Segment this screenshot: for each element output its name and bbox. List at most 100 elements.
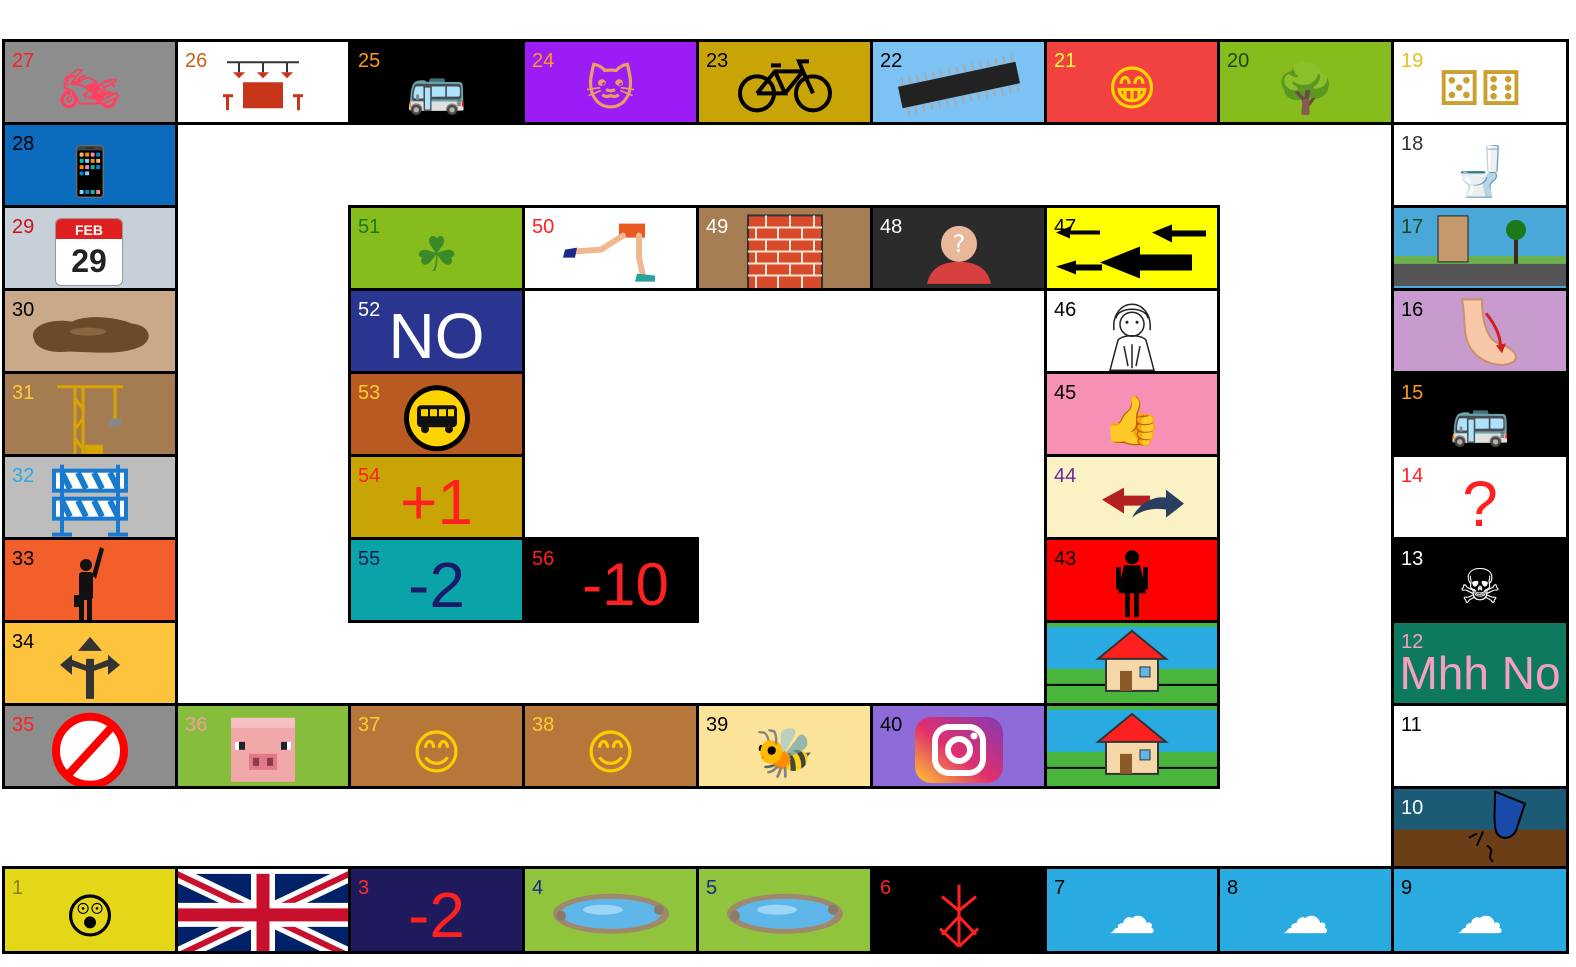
- space-number: 26: [185, 50, 208, 72]
- board-space-55: 55 -2: [348, 537, 525, 623]
- board-space-50: 50: [522, 205, 699, 291]
- space-number: 4: [532, 877, 544, 899]
- smiling-emoji-icon: 😊: [411, 725, 462, 781]
- board-space-51: 51 ☘: [348, 205, 525, 291]
- cat-icon: 🐱: [585, 61, 636, 117]
- board-space-42: 42: [1044, 620, 1220, 706]
- board-space-40: 40: [870, 703, 1047, 789]
- board-space-49: 49: [696, 205, 873, 291]
- minus-two-text: -2: [408, 549, 465, 621]
- prohibited-icon: [52, 712, 128, 786]
- space-number: 16: [1401, 299, 1424, 321]
- board-space-17: 17: [1391, 205, 1569, 291]
- bicycle-icon: [737, 59, 832, 113]
- brick-wall-icon: [746, 214, 823, 288]
- pig-face-icon: [231, 717, 295, 782]
- space-number: 44: [1054, 465, 1077, 487]
- board-space-7: 7 ☁: [1044, 866, 1220, 954]
- board-space-47: 47: [1044, 205, 1220, 291]
- board-space-27: 27 🏍: [2, 39, 178, 125]
- board-space-11: 11: [1391, 703, 1569, 789]
- minus-ten-text: -10: [582, 551, 669, 618]
- bus-icon: 🚌: [406, 61, 467, 117]
- cloud-icon: ☁: [1456, 889, 1504, 945]
- bus-sign-icon: [403, 385, 470, 452]
- board-space-8: 8 ☁: [1217, 866, 1394, 954]
- calendar-feb-29-icon: FEB 29: [55, 218, 123, 286]
- space-number: 23: [706, 50, 729, 72]
- microchip-icon: [897, 54, 1020, 116]
- board-space-53: 53: [348, 371, 525, 457]
- cloud-icon: ☁: [1108, 889, 1156, 945]
- instagram-logo-icon: [914, 716, 1003, 783]
- bar-icon: [223, 61, 303, 111]
- space-number: 56: [532, 548, 555, 570]
- space-number: 50: [532, 216, 555, 238]
- board-space-10: 10: [1391, 786, 1569, 869]
- house-icon: [1047, 626, 1217, 703]
- space-number: 29: [12, 216, 35, 238]
- board-space-56: 56 -10: [522, 537, 699, 623]
- space-number: 34: [12, 631, 35, 653]
- smiling-emoji-icon: 😊: [585, 725, 636, 781]
- board-space-48: 48?: [870, 205, 1047, 291]
- board-space-4: 4: [522, 866, 699, 954]
- barrier-icon: [52, 464, 128, 537]
- space-number: 33: [12, 548, 35, 570]
- bus-icon: 🚌: [1450, 393, 1510, 449]
- calendar-month: FEB: [56, 219, 122, 239]
- motorcycle-icon: 🏍: [59, 61, 121, 117]
- space-number: 11: [1401, 714, 1422, 736]
- toilet-icon: 🚽: [1450, 144, 1510, 200]
- board-space-33: 33: [2, 537, 178, 623]
- wasp-icon: 🐝: [754, 725, 815, 781]
- board-space-2: 2: [175, 866, 351, 954]
- board-space-36: 36: [175, 703, 351, 789]
- game-board: 1😲23-24567☁8☁9☁101112Mhh No13☠14?15🚌1617…: [0, 0, 1576, 967]
- calendar-day: 29: [71, 243, 107, 279]
- woman-figure-icon: [1116, 550, 1148, 618]
- clover-icon: ☘: [414, 227, 459, 283]
- no-text: NO: [388, 300, 485, 372]
- board-space-6: 6: [870, 866, 1047, 954]
- kicked-ground-icon: [1394, 789, 1566, 866]
- board-space-54: 54 +1: [348, 454, 525, 540]
- space-number: 48: [880, 216, 903, 238]
- board-space-31: 31: [2, 371, 178, 457]
- board-space-32: 32: [2, 454, 178, 540]
- space-number: 40: [880, 714, 903, 736]
- mud-puddle-icon: [32, 317, 149, 353]
- board-space-35: 35: [2, 703, 178, 789]
- brand-symbol-icon: [938, 884, 979, 948]
- left-arrows-icon: [1056, 224, 1206, 279]
- pond-icon: [552, 893, 669, 934]
- board-space-39: 39 🐝: [696, 703, 873, 789]
- dice-icon: ⚄⚅: [1438, 61, 1522, 117]
- road-split-arrows-icon: [60, 636, 120, 699]
- board-space-34: 34: [2, 620, 178, 706]
- space-number: 46: [1054, 299, 1077, 321]
- board-space-20: 20 🌳: [1217, 39, 1394, 125]
- board-space-52: 52 NO: [348, 288, 525, 374]
- board-space-46: 46: [1044, 288, 1220, 374]
- person-hailing-icon: [74, 547, 104, 620]
- board-space-5: 5: [696, 866, 873, 954]
- house-icon: [1047, 709, 1217, 786]
- crane-icon: [57, 385, 123, 454]
- portrait-engraving-icon: [1109, 303, 1155, 371]
- uk-flag-icon: [178, 869, 348, 951]
- board-space-22: 22: [870, 39, 1047, 125]
- swap-arrows-icon: [1102, 487, 1184, 518]
- board-space-41: 41: [1044, 703, 1220, 789]
- space-number: 49: [706, 216, 729, 238]
- svg-text:?: ?: [952, 230, 965, 258]
- board-space-26: 26: [175, 39, 351, 125]
- space-number: 10: [1401, 797, 1424, 819]
- space-number: 31: [12, 382, 35, 404]
- foot-icon: [1460, 298, 1517, 366]
- board-space-37: 37 😊: [348, 703, 525, 789]
- space-number: 36: [185, 714, 208, 736]
- skull-crossbones-icon: ☠: [1458, 559, 1502, 615]
- board-space-25: 25 🚌: [348, 39, 525, 125]
- board-space-13: 13 ☠: [1391, 537, 1569, 623]
